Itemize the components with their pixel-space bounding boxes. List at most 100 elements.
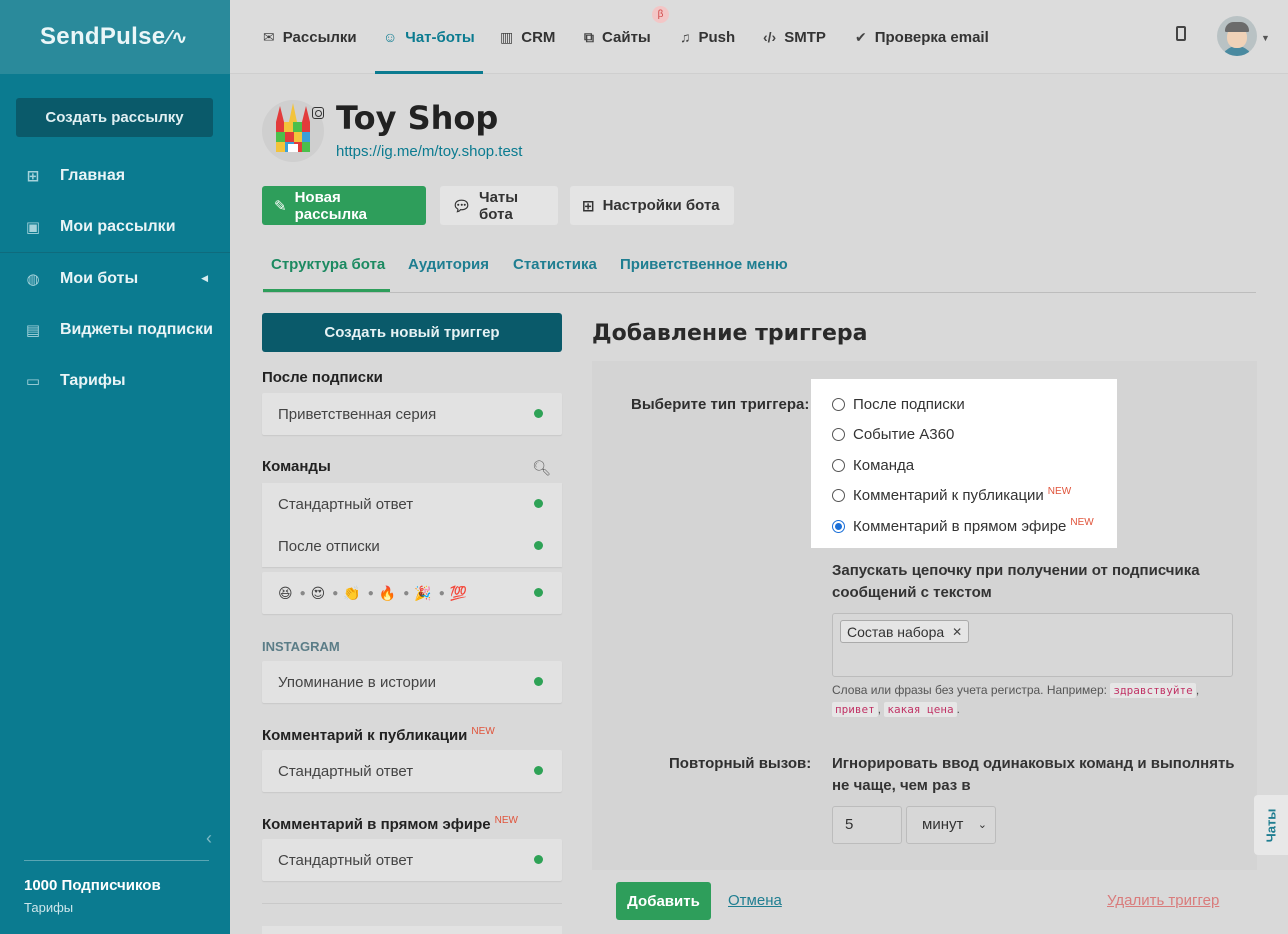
nav-label: Рассылки	[282, 28, 357, 46]
trigger-item-emoji[interactable]: 😆 ● 😍 ● 👏 ● 🔥 ● 🎉 ● 💯	[262, 572, 562, 614]
delete-trigger-link[interactable]: Удалить триггер	[1107, 892, 1219, 909]
radio-after-subscribe[interactable]: После подписки	[832, 396, 965, 413]
new-mailing-button[interactable]: ✎ Новая рассылка	[262, 186, 426, 225]
keywords-input[interactable]: Состав набора ✕	[832, 613, 1233, 677]
active-nav-underline	[375, 71, 483, 74]
nav-label: Чат-боты	[405, 28, 475, 46]
user-avatar[interactable]	[1217, 16, 1257, 56]
trigger-item[interactable]: Стандартный ответ	[262, 750, 562, 792]
wallet-icon: ▭	[25, 372, 41, 390]
bot-link[interactable]: https://ig.me/m/toy.shop.test	[336, 143, 522, 160]
nav-crm[interactable]: ▥ CRM	[500, 0, 555, 74]
tariffs-link[interactable]: Тарифы	[24, 900, 209, 915]
repeat-unit-select[interactable]: минут ⌄	[906, 806, 996, 844]
radio-circle[interactable]	[832, 489, 845, 502]
trigger-item[interactable]: Стандартный ответ	[262, 839, 562, 881]
radio-label: Комментарий к публикации	[853, 487, 1044, 504]
instagram-caption: INSTAGRAM	[262, 639, 340, 654]
bell-icon: ♫	[680, 29, 691, 45]
radio-command[interactable]: Команда	[832, 457, 914, 474]
trigger-item[interactable]: Упоминание в истории	[262, 661, 562, 703]
description-line: Запускать цепочку при получении от подпи…	[832, 562, 1200, 579]
chevron-down-icon[interactable]: ▼	[1261, 33, 1270, 43]
sidebar-item-label: Мои боты	[60, 269, 139, 287]
bot-name: Toy Shop	[336, 99, 499, 137]
edit-icon: ✎	[274, 197, 287, 215]
run-chain-description: Запускать цепочку при получении от подпи…	[832, 560, 1200, 604]
create-mailing-button[interactable]: Создать рассылку	[16, 98, 213, 137]
tab-bot-structure[interactable]: Структура бота	[271, 256, 385, 273]
radio-circle[interactable]	[832, 459, 845, 472]
bot-chats-button[interactable]: 💬︎ Чаты бота	[440, 186, 558, 225]
trigger-item[interactable]: Приветственная серия	[262, 393, 562, 435]
status-dot	[534, 409, 543, 418]
description-line: Игнорировать ввод одинаковых команд и вы…	[832, 755, 1235, 772]
repeat-description: Игнорировать ввод одинаковых команд и вы…	[832, 753, 1235, 797]
group-commands-title: Команды	[262, 458, 331, 475]
tab-welcome-menu[interactable]: Приветственное меню	[620, 256, 788, 273]
collapse-sidebar-icon[interactable]: ‹	[206, 828, 212, 849]
site-icon: ⧉	[584, 28, 594, 45]
cancel-link[interactable]: Отмена	[728, 892, 782, 909]
nav-label: CRM	[521, 28, 556, 46]
active-tab-underline	[263, 289, 390, 292]
description-line: сообщений с текстом	[832, 584, 992, 601]
chats-side-tab[interactable]: Чаты	[1254, 795, 1288, 855]
repeat-interval-input[interactable]: 5	[832, 806, 902, 844]
button-label: Настройки бота	[602, 197, 720, 214]
radio-event-a360[interactable]: Событие A360	[832, 426, 954, 443]
emoji: 🔥	[378, 584, 397, 601]
hint-text: Слова или фразы без учета регистра. Напр…	[832, 683, 1107, 697]
brand-logo[interactable]: SendPulse ⁄∿	[0, 0, 230, 74]
search-icon[interactable]: 🔍︎	[532, 459, 551, 477]
radio-circle[interactable]	[832, 398, 845, 411]
crm-icon: ▥	[500, 28, 514, 45]
emoji: 👏	[343, 584, 361, 601]
status-dot	[534, 766, 543, 775]
radio-circle[interactable]	[832, 428, 845, 441]
nav-push[interactable]: ♫ Push	[680, 0, 735, 74]
nav-label: Проверка email	[874, 28, 989, 46]
status-dot	[534, 677, 543, 686]
trigger-label: Стандартный ответ	[278, 851, 414, 869]
radio-post-comment[interactable]: Комментарий к публикации NEW	[832, 486, 1071, 504]
sidebar-item-widgets[interactable]: ▤ Виджеты подписки	[0, 304, 230, 355]
nav-email-check[interactable]: ✔ Проверка email	[855, 0, 989, 74]
tab-statistics[interactable]: Статистика	[513, 256, 597, 273]
nav-label: SMTP	[784, 28, 826, 46]
trigger-item[interactable]: Стандартный ответ	[262, 483, 562, 525]
nav-mailings[interactable]: ✉ Рассылки	[263, 0, 357, 74]
sidebar-item-my-bots[interactable]: ◍ Мои боты ◀	[0, 253, 230, 304]
settings-sliders-icon: ⊞	[582, 197, 595, 215]
radio-live-comment[interactable]: Комментарий в прямом эфире NEW	[832, 517, 1094, 535]
nav-smtp[interactable]: ‹/› SMTP	[763, 0, 826, 74]
group-post-comment-title: Комментарий к публикации NEW	[262, 726, 495, 744]
description-line: не чаще, чем раз в	[832, 777, 971, 794]
close-icon[interactable]: ✕	[952, 625, 962, 639]
sidebar-item-home[interactable]: ⊞ Главная	[0, 150, 230, 201]
radio-label: Команда	[853, 457, 915, 474]
nav-sites[interactable]: ⧉ Сайты	[584, 0, 651, 74]
tab-audience[interactable]: Аудитория	[408, 256, 489, 273]
radio-label: Событие A360	[853, 426, 955, 443]
brand-name: SendPulse	[40, 23, 166, 50]
keywords-hint: Слова или фразы без учета регистра. Напр…	[832, 683, 1200, 698]
repeat-call-label: Повторный вызов:	[669, 755, 812, 772]
sidebar-item-label: Виджеты подписки	[60, 320, 213, 338]
button-label: Чаты бота	[479, 188, 519, 223]
trigger-item[interactable]: После отписки	[262, 525, 562, 567]
sidebar-item-label: Главная	[60, 166, 126, 184]
radio-label: Комментарий в прямом эфире	[853, 518, 1067, 535]
hint-example: привет	[832, 702, 878, 717]
radio-circle-selected[interactable]	[832, 520, 845, 533]
nav-chatbots[interactable]: ☺ Чат-боты	[383, 0, 475, 74]
tag-label: Состав набора	[847, 623, 945, 640]
top-navigation: ✉ Рассылки ☺ Чат-боты ▥ CRM ⧉ Сайты β ♫ …	[230, 0, 1288, 74]
sidebar-item-my-mailings[interactable]: ▣ Мои рассылки	[0, 201, 230, 252]
group-live-comment-title: Комментарий в прямом эфире NEW	[262, 815, 518, 833]
bot-settings-button[interactable]: ⊞ Настройки бота	[570, 186, 734, 225]
mobile-icon[interactable]	[1176, 26, 1186, 41]
create-trigger-button[interactable]: Создать новый триггер	[262, 313, 562, 352]
sidebar-item-tariffs[interactable]: ▭ Тарифы	[0, 355, 230, 406]
add-button[interactable]: Добавить	[616, 882, 711, 920]
